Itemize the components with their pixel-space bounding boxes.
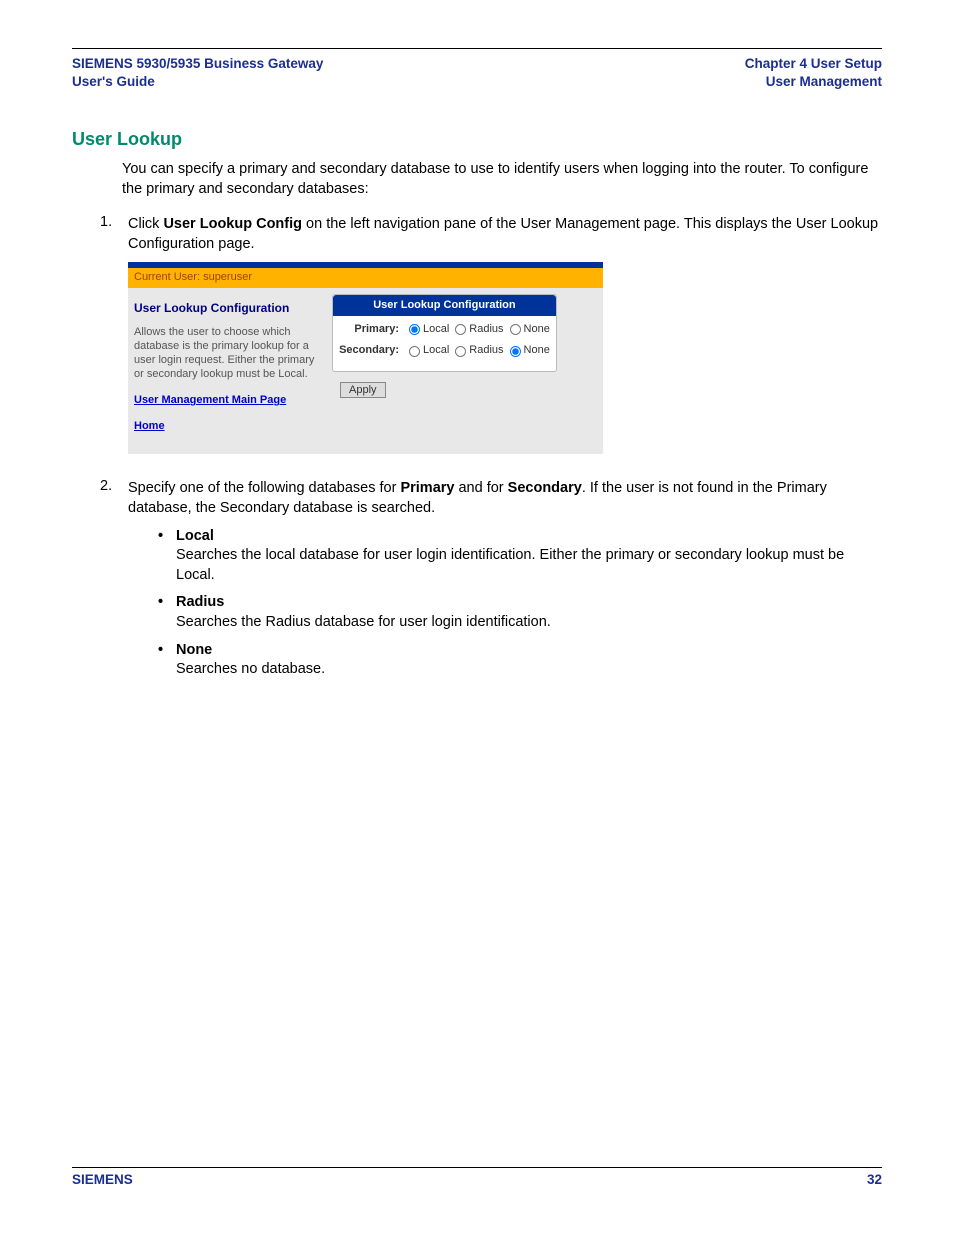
section-intro: You can specify a primary and secondary …: [122, 160, 882, 199]
step-1-text: Click User Lookup Config on the left nav…: [128, 214, 882, 469]
config-panel-title: User Lookup Configuration: [333, 295, 556, 316]
footer-page-number: 32: [867, 1172, 882, 1187]
header-left-line2: User's Guide: [72, 73, 323, 91]
primary-local-radio[interactable]: [409, 324, 420, 335]
secondary-row: Secondary: Local Radius None: [339, 343, 550, 358]
header-right-line1: Chapter 4 User Setup: [745, 55, 882, 73]
secondary-radius-radio[interactable]: [455, 346, 466, 357]
step-number: 1.: [100, 214, 128, 469]
primary-label: Primary:: [339, 322, 403, 337]
primary-radius-radio[interactable]: [455, 324, 466, 335]
primary-row: Primary: Local Radius None: [339, 322, 550, 337]
footer-brand: SIEMENS: [72, 1172, 133, 1187]
apply-button[interactable]: Apply: [340, 382, 386, 398]
bullet-radius: Radius Searches the Radius database for …: [158, 593, 882, 632]
section-heading: User Lookup: [72, 129, 882, 150]
primary-none-radio[interactable]: [510, 324, 521, 335]
shot-left-desc: Allows the user to choose which database…: [134, 326, 326, 381]
secondary-none-radio[interactable]: [510, 346, 521, 357]
secondary-local-radio[interactable]: [409, 346, 420, 357]
current-user-bar: Current User: superuser: [128, 268, 603, 287]
header-right-line2: User Management: [745, 73, 882, 91]
step-number: 2.: [100, 478, 128, 688]
link-user-management-main[interactable]: User Management Main Page: [134, 393, 326, 408]
secondary-label: Secondary:: [339, 343, 403, 358]
config-panel: User Lookup Configuration Primary: Local…: [332, 294, 557, 372]
header-left-line1: SIEMENS 5930/5935 Business Gateway: [72, 55, 323, 73]
bullet-local: Local Searches the local database for us…: [158, 527, 882, 586]
bullet-none: None Searches no database.: [158, 641, 882, 680]
page-footer: SIEMENS 32: [72, 1167, 882, 1187]
step-2-text: Specify one of the following databases f…: [128, 478, 882, 688]
link-home[interactable]: Home: [134, 419, 326, 434]
page-header: SIEMENS 5930/5935 Business Gateway User'…: [72, 55, 882, 91]
embedded-screenshot: Current User: superuser User Lookup Conf…: [128, 262, 603, 454]
shot-left-heading: User Lookup Configuration: [134, 300, 326, 317]
